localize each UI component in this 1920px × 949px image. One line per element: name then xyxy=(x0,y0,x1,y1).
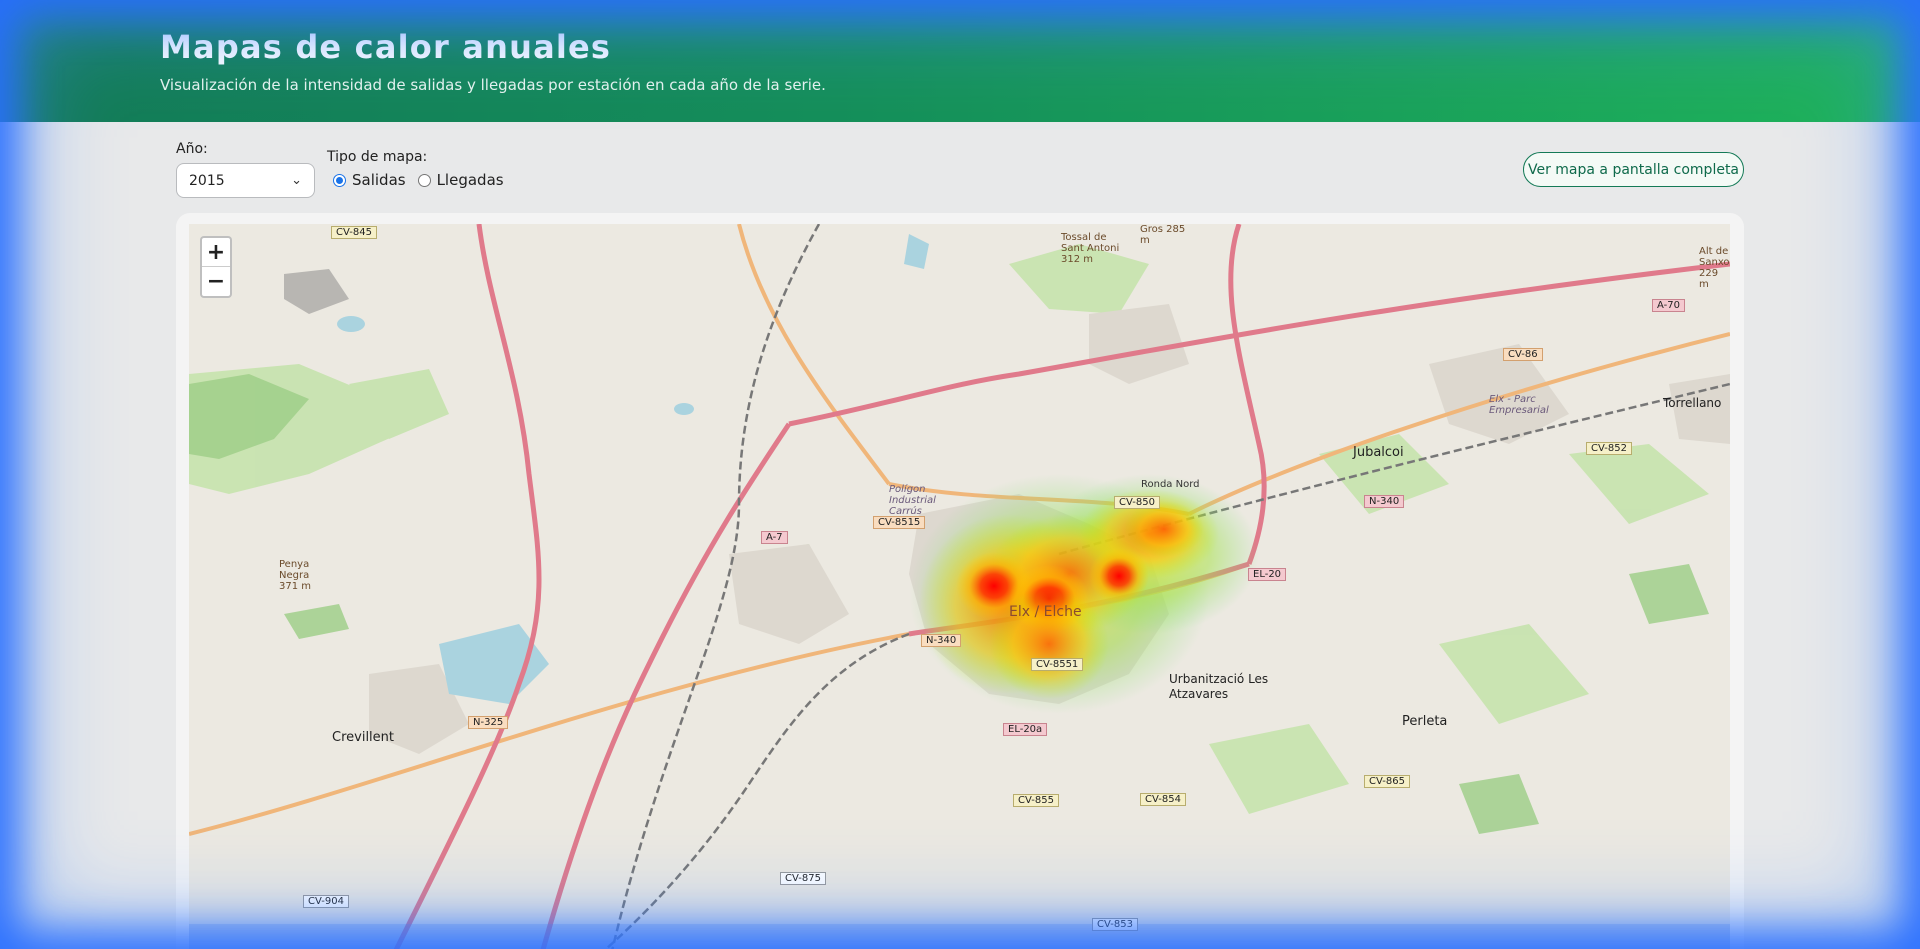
road-label-cv853: CV-853 xyxy=(1092,918,1138,931)
heatmap-map[interactable]: Crevillent Torrellano Jubalcoi Perleta E… xyxy=(189,224,1730,949)
zoom-control: + − xyxy=(200,236,232,298)
road-label-cv86: CV-86 xyxy=(1503,348,1543,361)
street-ronda-nord: Ronda Nord xyxy=(1141,479,1200,490)
year-select-value: 2015 xyxy=(189,172,225,189)
road-label-cv855: CV-855 xyxy=(1013,794,1059,807)
year-select[interactable]: 2015 ⌄ xyxy=(176,163,315,198)
radio-option-llegadas[interactable]: Llegadas xyxy=(417,171,504,189)
page-subtitle: Visualización de la intensidad de salida… xyxy=(160,76,826,94)
road-label-n340-west: N-340 xyxy=(921,634,962,647)
place-crevillent: Crevillent xyxy=(332,730,394,745)
place-atzavares: Urbanització Les Atzavares xyxy=(1169,672,1269,701)
radio-option-salidas[interactable]: Salidas xyxy=(333,171,406,189)
peak-gros: Gros 285 m xyxy=(1140,224,1186,246)
road-label-a7: A-7 xyxy=(761,531,788,544)
place-elche: Elx / Elche xyxy=(1009,604,1082,620)
road-label-cv850: CV-850 xyxy=(1114,496,1160,509)
road-label-cv854: CV-854 xyxy=(1140,793,1186,806)
radio-salidas-label[interactable]: Salidas xyxy=(352,171,406,189)
peak-tossal: Tossal de Sant Antoni 312 m xyxy=(1061,232,1120,265)
radio-salidas[interactable] xyxy=(333,173,346,187)
road-label-cv845: CV-845 xyxy=(331,226,377,239)
road-label-a70: A-70 xyxy=(1652,299,1685,312)
radio-llegadas[interactable] xyxy=(417,173,431,187)
peak-penya-negra: Penya Negra 371 m xyxy=(279,559,312,592)
place-poligon-carrus: Polígon Industrial Carrús xyxy=(889,484,936,517)
road-label-cv904: CV-904 xyxy=(303,895,349,908)
peak-alt-de-sanxo: Alt de Sanxo 229 m xyxy=(1699,246,1730,290)
road-label-cv875: CV-875 xyxy=(780,872,826,885)
year-label: Año: xyxy=(176,141,208,157)
map-type-label: Tipo de mapa: xyxy=(327,149,428,165)
map-type-radio-group: Salidas Llegadas xyxy=(333,171,516,189)
place-perleta: Perleta xyxy=(1402,714,1448,729)
road-label-cv852: CV-852 xyxy=(1586,442,1632,455)
map-tiles xyxy=(189,224,1730,949)
road-label-cv865: CV-865 xyxy=(1364,775,1410,788)
road-label-n340-east: N-340 xyxy=(1364,495,1405,508)
page-title: Mapas de calor anuales xyxy=(160,28,612,66)
radio-llegadas-label[interactable]: Llegadas xyxy=(437,171,504,189)
page-header: Mapas de calor anuales Visualización de … xyxy=(0,0,1920,122)
chevron-down-icon: ⌄ xyxy=(291,173,302,188)
road-label-cv8551: CV-8551 xyxy=(1031,658,1084,671)
road-label-n325: N-325 xyxy=(468,716,509,729)
zoom-in-button[interactable]: + xyxy=(202,238,230,267)
road-label-el20: EL-20 xyxy=(1248,568,1287,581)
zoom-out-button[interactable]: − xyxy=(202,267,230,296)
place-torrellano: Torrellano xyxy=(1663,396,1722,410)
road-label-el20a: EL-20a xyxy=(1003,723,1048,736)
fullscreen-map-button[interactable]: Ver mapa a pantalla completa xyxy=(1523,152,1744,187)
road-label-cv8515: CV-8515 xyxy=(873,516,926,529)
place-parc-empresarial: Elx - Parc Empresarial xyxy=(1489,394,1549,416)
place-jubalcoi: Jubalcoi xyxy=(1353,445,1404,460)
